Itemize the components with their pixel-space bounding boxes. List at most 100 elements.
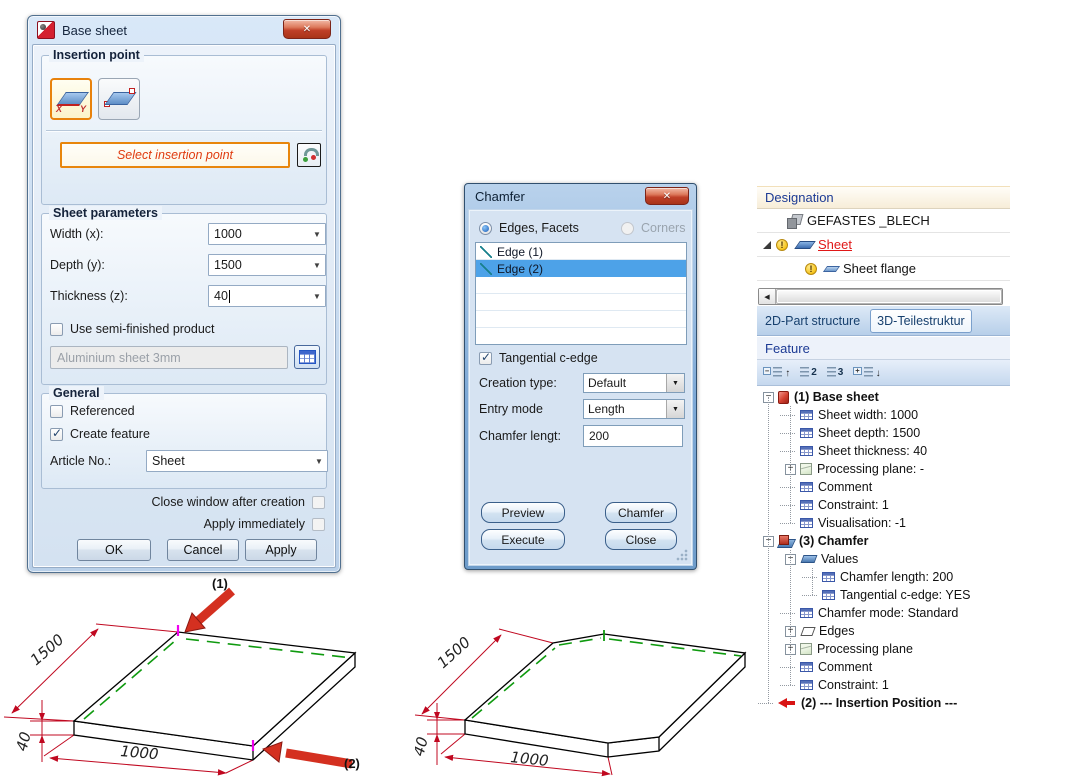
execute-button[interactable]: Execute <box>481 529 565 550</box>
tree-expand-all-icon[interactable] <box>852 366 881 380</box>
edge-list[interactable]: Edge (1) Edge (2) <box>475 242 687 345</box>
insertion-mode-xy-button[interactable] <box>50 78 92 120</box>
tree-expander-icon[interactable] <box>785 662 796 673</box>
close-icon[interactable] <box>645 187 689 205</box>
tree-expander-icon[interactable] <box>785 410 796 421</box>
part-structure-row[interactable]: GEFASTES _BLECH <box>757 209 1010 233</box>
apply-immediately-checkbox[interactable] <box>312 518 325 531</box>
app-logo-icon <box>37 21 55 39</box>
referenced-checkbox[interactable] <box>50 405 63 418</box>
feature-tree-item[interactable]: Chamfer mode: Standard <box>757 604 1010 622</box>
feature-chamfer-icon <box>778 535 794 548</box>
scrollbar-thumb[interactable] <box>776 289 1002 304</box>
feature-tree-item[interactable]: + Edges <box>757 622 1010 640</box>
tree-expander-icon[interactable] <box>807 572 818 583</box>
horizontal-scrollbar[interactable]: ◀ <box>758 288 1003 305</box>
creation-type-combobox[interactable]: Default ▼ <box>583 373 685 393</box>
edges-facets-radio[interactable] <box>479 222 492 235</box>
tree-expander-icon[interactable] <box>807 590 818 601</box>
structure-panel: Designation GEFASTES _BLECH Sheet Sheet … <box>757 186 1010 780</box>
depth-combobox[interactable]: 1500▼ <box>208 254 326 276</box>
close-button[interactable]: Close <box>605 529 677 550</box>
close-after-creation-checkbox[interactable] <box>312 496 325 509</box>
feature-tree-item[interactable]: − Values <box>757 550 1010 568</box>
cube-icon <box>800 643 812 655</box>
chevron-down-icon[interactable]: ▼ <box>666 400 684 418</box>
tree-collapse-all-icon[interactable] <box>762 366 791 380</box>
chevron-down-icon[interactable]: ▼ <box>309 292 325 301</box>
cancel-button[interactable]: Cancel <box>167 539 239 561</box>
feature-tree-item[interactable]: Sheet depth: 1500 <box>757 424 1010 442</box>
feature-tree-item[interactable]: Constraint: 1 <box>757 676 1010 694</box>
chamfer-length-input[interactable]: 200 <box>583 425 683 447</box>
apply-button[interactable]: Apply <box>245 539 317 561</box>
width-combobox[interactable]: 1000▼ <box>208 223 326 245</box>
chevron-down-icon[interactable]: ▼ <box>309 230 325 239</box>
structure-tab[interactable]: 2D-Part structure <box>759 310 866 332</box>
tree-level-2-icon[interactable]: 2 <box>799 366 818 380</box>
tree-expander-icon[interactable] <box>785 446 796 457</box>
feature-tree-item[interactable]: Tangential c-edge: YES <box>757 586 1010 604</box>
table-icon <box>800 680 813 690</box>
tree-connector <box>768 397 769 703</box>
point-options-button[interactable] <box>297 143 321 167</box>
feature-tree-item[interactable]: + Processing plane: - <box>757 460 1010 478</box>
entry-mode-combobox[interactable]: Length ▼ <box>583 399 685 419</box>
chevron-down-icon[interactable]: ▼ <box>666 374 684 392</box>
width-label: Width (x): <box>50 227 103 241</box>
tree-expander-icon[interactable] <box>785 482 796 493</box>
window-title: Chamfer <box>475 189 525 204</box>
feature-tree-item[interactable]: + Processing plane <box>757 640 1010 658</box>
feature-tree-item[interactable]: − (3) Chamfer <box>757 532 1010 550</box>
chamfer-dialog: Chamfer Edges, Facets Corners Edge (1) E… <box>464 183 697 570</box>
edge-list-item[interactable]: Edge (2) <box>476 260 686 277</box>
feature-tree-item[interactable]: Comment <box>757 478 1010 496</box>
feature-tree-item[interactable]: Sheet thickness: 40 <box>757 442 1010 460</box>
catalogue-button[interactable] <box>294 345 320 369</box>
chamfer-button[interactable]: Chamfer <box>605 502 677 523</box>
tree-expander-icon[interactable] <box>785 428 796 439</box>
part-structure-row[interactable]: Sheet flange <box>757 257 1010 281</box>
structure-tab[interactable]: 3D-Teilestruktur <box>870 309 972 333</box>
table-icon <box>822 590 835 600</box>
feature-tree-item[interactable]: Sheet width: 1000 <box>757 406 1010 424</box>
tangential-c-edge-checkbox[interactable] <box>479 352 492 365</box>
tree-expander-icon[interactable] <box>785 518 796 529</box>
chevron-down-icon[interactable]: ▼ <box>309 261 325 270</box>
feature-tree-item[interactable]: Comment <box>757 658 1010 676</box>
thickness-combobox[interactable]: 40 ▼ <box>208 285 326 307</box>
ok-button[interactable]: OK <box>77 539 151 561</box>
scroll-left-icon[interactable]: ◀ <box>759 289 776 304</box>
feature-tree-item[interactable]: Chamfer length: 200 <box>757 568 1010 586</box>
resize-grip[interactable] <box>676 549 688 561</box>
close-icon[interactable] <box>283 19 331 39</box>
feature-toolbar: 2 3 <box>757 360 1010 386</box>
part-structure-row[interactable]: Sheet <box>757 233 1010 257</box>
use-semi-finished-checkbox[interactable] <box>50 323 63 336</box>
base-sheet-drawing: 1500 1000 40 (1) (2) <box>0 570 440 780</box>
tree-expander-icon[interactable] <box>785 680 796 691</box>
sheet-parameters-group: Sheet parameters Width (x): 1000▼ Depth … <box>41 213 327 385</box>
insertion-point-group: Insertion point Select insertion point <box>41 55 327 205</box>
article-no-combobox[interactable]: Sheet▼ <box>146 450 328 472</box>
create-feature-checkbox[interactable] <box>50 428 63 441</box>
tree-level-3-icon[interactable]: 3 <box>826 366 845 380</box>
edge-label: Edge (2) <box>497 262 543 276</box>
tree-expander-icon[interactable] <box>785 608 796 619</box>
tree-expander-icon[interactable] <box>785 500 796 511</box>
feature-tree-item[interactable]: − (1) Base sheet <box>757 388 1010 406</box>
article-no-label: Article No.: <box>50 454 111 468</box>
chevron-down-icon[interactable]: ▼ <box>311 457 327 466</box>
preview-button[interactable]: Preview <box>481 502 565 523</box>
edge-icon <box>480 246 492 258</box>
expanded-caret-icon[interactable] <box>763 241 771 249</box>
creation-type-label: Creation type: <box>479 376 557 390</box>
feature-tree-item[interactable]: Constraint: 1 <box>757 496 1010 514</box>
feature-tree-item[interactable]: (2) --- Insertion Position --- <box>757 694 1010 712</box>
feature-tree-item[interactable]: Visualisation: -1 <box>757 514 1010 532</box>
select-insertion-point-button[interactable]: Select insertion point <box>60 142 290 168</box>
corners-radio[interactable] <box>621 222 634 235</box>
insertion-mode-corner-button[interactable] <box>98 78 140 120</box>
svg-text:1500: 1500 <box>27 630 68 669</box>
edge-list-item[interactable]: Edge (1) <box>476 243 686 260</box>
